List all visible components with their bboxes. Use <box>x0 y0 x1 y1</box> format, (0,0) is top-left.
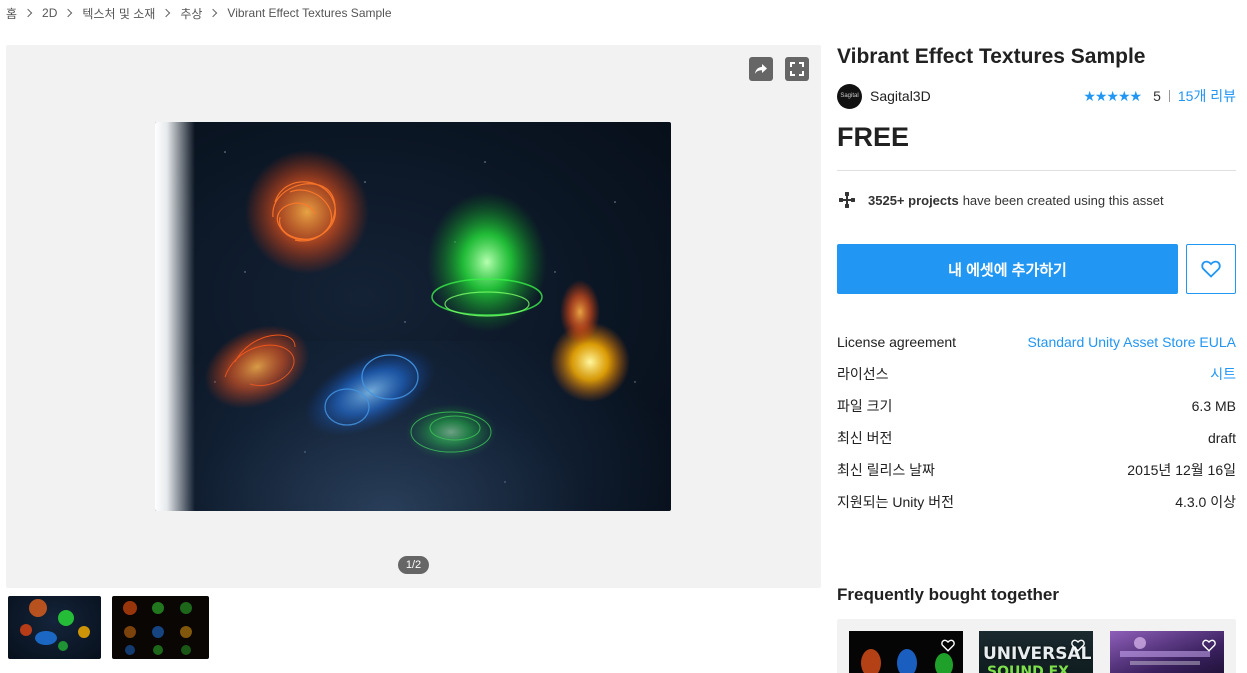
info-row-file-size: 파일 크기 6.3 MB <box>837 390 1236 422</box>
info-key: 라이선스 <box>837 366 889 382</box>
unity-version-value: 4.3.0 이상 <box>1175 494 1236 510</box>
reviews-link[interactable]: 15개 리뷰 <box>1178 86 1236 106</box>
info-row-unity-version: 지원되는 Unity 버전 4.3.0 이상 <box>837 486 1236 518</box>
breadcrumb-current: Vibrant Effect Textures Sample <box>227 6 392 20</box>
fullscreen-icon <box>790 62 804 76</box>
favorite-button[interactable] <box>1186 244 1236 294</box>
star-rating-icon: ★★★★★ <box>1083 87 1142 104</box>
info-row-latest-version: 최신 버전 draft <box>837 422 1236 454</box>
license-link[interactable]: 시트 <box>1210 364 1236 384</box>
heart-icon[interactable] <box>941 639 955 657</box>
fbt-card[interactable]: UNIVERSAL SOUND FX <box>979 631 1093 673</box>
edge-fade <box>155 122 195 511</box>
info-key: 최신 릴리스 날짜 <box>837 462 935 478</box>
frequently-bought-title: Frequently bought together <box>837 585 1059 604</box>
chevron-right-icon <box>209 8 218 18</box>
projects-count: 3525+ projects <box>868 192 959 208</box>
license-agreement-link[interactable]: Standard Unity Asset Store EULA <box>1027 334 1236 350</box>
product-title: Vibrant Effect Textures Sample <box>837 45 1146 68</box>
image-counter: 1/2 <box>398 556 429 574</box>
breadcrumb-home[interactable]: 홈 <box>6 5 17 22</box>
divider <box>837 170 1236 171</box>
share-button[interactable] <box>749 57 773 81</box>
file-size-value: 6.3 MB <box>1191 398 1236 414</box>
info-row-release-date: 최신 릴리스 날짜 2015년 12월 16일 <box>837 454 1236 486</box>
thumbnail-1[interactable] <box>8 596 101 659</box>
info-key: 지원되는 Unity 버전 <box>837 494 954 510</box>
image-gallery: 1/2 <box>6 45 821 588</box>
asset-info-table: License agreement Standard Unity Asset S… <box>837 326 1236 518</box>
fbt-card[interactable] <box>849 631 963 673</box>
publisher-avatar[interactable]: Sagital <box>837 83 862 109</box>
fbt-card[interactable] <box>1110 631 1224 673</box>
info-key: 최신 버전 <box>837 430 893 446</box>
publisher-link[interactable]: Sagital3D <box>870 88 931 104</box>
heart-icon[interactable] <box>1202 639 1216 657</box>
fullscreen-button[interactable] <box>785 57 809 81</box>
info-key: License agreement <box>837 334 957 350</box>
projects-text: have been created using this asset <box>962 192 1164 208</box>
latest-version-value: draft <box>1207 430 1236 446</box>
breadcrumb-2d[interactable]: 2D <box>42 6 57 20</box>
price: FREE <box>837 122 910 152</box>
release-date-value: 2015년 12월 16일 <box>1127 462 1236 478</box>
chevron-right-icon <box>64 8 73 18</box>
rating: ★★★★★ 5 15개 리뷰 <box>1083 86 1236 106</box>
add-to-my-assets-button[interactable]: 내 에셋에 추가하기 <box>837 244 1178 294</box>
projects-usage: 3525+ projects have been created using t… <box>837 190 1164 210</box>
main-preview-image[interactable] <box>155 122 671 511</box>
info-row-license-agreement: License agreement Standard Unity Asset S… <box>837 326 1236 358</box>
frequently-bought-carousel: UNIVERSAL SOUND FX <box>837 619 1236 673</box>
rating-value: 5 <box>1153 88 1161 104</box>
fog-overlay <box>155 341 671 511</box>
fbt-card-logo-subtext: SOUND FX <box>987 664 1069 673</box>
gamepad-icon <box>837 190 857 210</box>
thumbnail-2[interactable] <box>112 596 209 659</box>
info-row-license: 라이선스 시트 <box>837 358 1236 390</box>
thumbnail-image <box>123 601 192 655</box>
heart-icon[interactable] <box>1071 639 1085 657</box>
breadcrumb-abstract[interactable]: 추상 <box>180 5 202 22</box>
publisher-row: Sagital Sagital3D ★★★★★ 5 15개 리뷰 <box>837 83 1236 109</box>
info-key: 파일 크기 <box>837 398 893 414</box>
share-icon <box>755 64 767 74</box>
breadcrumb-textures[interactable]: 텍스처 및 소재 <box>82 5 155 22</box>
breadcrumb: 홈 2D 텍스처 및 소재 추상 Vibrant Effect Textures… <box>6 4 392 22</box>
chevron-right-icon <box>23 8 33 18</box>
heart-icon <box>1201 260 1221 278</box>
thumbnail-image <box>20 599 90 651</box>
divider <box>1168 90 1170 102</box>
chevron-right-icon <box>162 8 171 18</box>
